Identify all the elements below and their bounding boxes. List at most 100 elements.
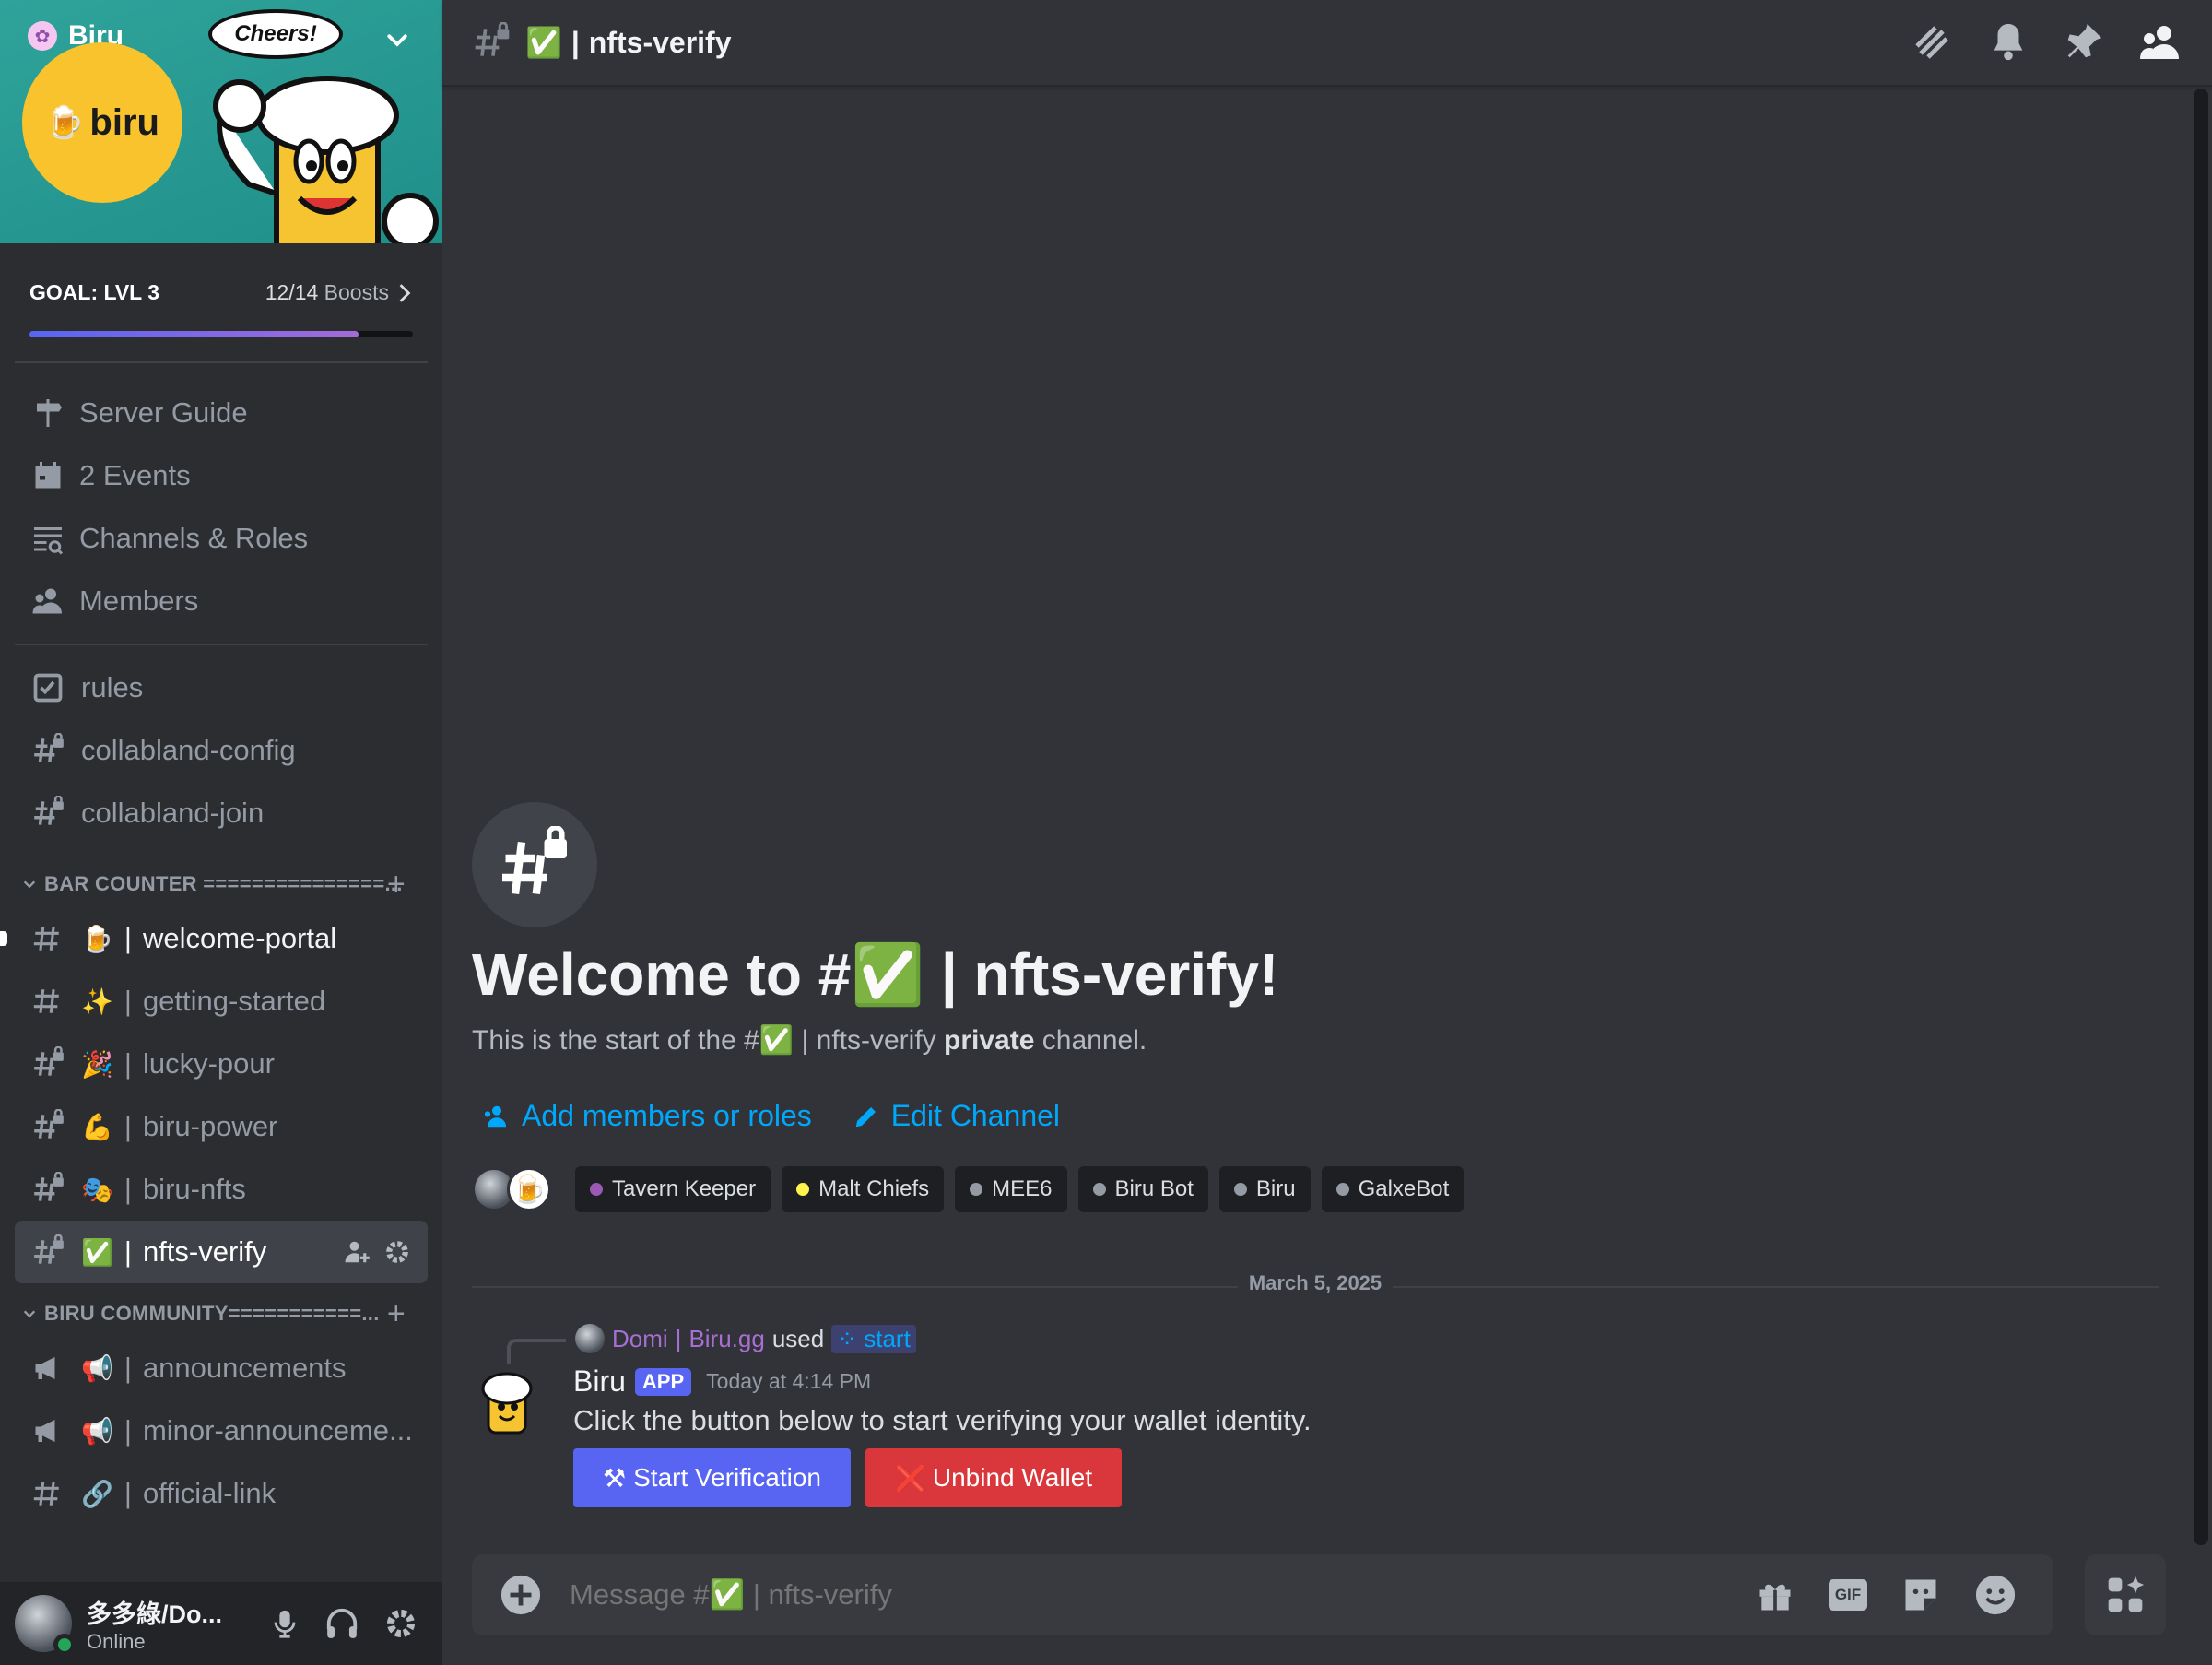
- add-attachment-icon[interactable]: [500, 1574, 542, 1616]
- edit-channel-link[interactable]: Edit Channel: [853, 1099, 1060, 1133]
- role-pill[interactable]: GalxeBot: [1321, 1166, 1465, 1212]
- channel-minor-announcements[interactable]: 📢 | minor-announceme...: [15, 1399, 428, 1462]
- server-icon: ✿: [28, 21, 57, 51]
- role-pill[interactable]: Tavern Keeper: [575, 1166, 771, 1212]
- hash-lock-icon: [31, 1172, 66, 1207]
- chevron-down-icon: [23, 880, 36, 889]
- sidebar-divider: [15, 644, 428, 645]
- hash-lock-icon: [31, 1109, 66, 1144]
- avatar: [575, 1324, 605, 1353]
- chevron-down-icon[interactable]: [383, 26, 411, 58]
- channel-biru-nfts[interactable]: 🎭 | biru-nfts: [15, 1158, 428, 1221]
- boost-goal[interactable]: GOAL: LVL 3 12/14 Boosts: [15, 243, 428, 363]
- scrollbar-thumb[interactable]: [2194, 89, 2208, 1545]
- role-pill[interactable]: Biru Bot: [1077, 1166, 1208, 1212]
- message-input[interactable]: [570, 1578, 1676, 1612]
- role-pill[interactable]: Biru: [1218, 1166, 1311, 1212]
- avatar[interactable]: [15, 1595, 76, 1656]
- chevron-right-icon: [399, 283, 411, 302]
- add-members-link[interactable]: Add members or roles: [483, 1099, 812, 1133]
- microphone-icon[interactable]: [269, 1606, 300, 1641]
- channel-announcements[interactable]: 📢 | announcements: [15, 1337, 428, 1399]
- settings-gear-icon[interactable]: [383, 1606, 418, 1641]
- gift-icon[interactable]: [1755, 1575, 1795, 1615]
- role-pill[interactable]: MEE6: [955, 1166, 1067, 1212]
- pencil-icon: [855, 1106, 876, 1127]
- calendar-icon: [35, 462, 61, 489]
- slash-command-mention[interactable]: ⁘ start: [831, 1324, 916, 1353]
- biru-bot-avatar[interactable]: [472, 1364, 546, 1438]
- online-status-indicator: [53, 1634, 76, 1656]
- category-bar-counter[interactable]: BAR COUNTER ===============... +: [15, 861, 428, 907]
- scrollbar[interactable]: [2194, 89, 2208, 1545]
- unread-indicator: [0, 931, 7, 946]
- sticker-icon[interactable]: [1900, 1575, 1941, 1615]
- nav-channels-roles[interactable]: Channels & Roles: [15, 507, 428, 570]
- channel-nfts-verify[interactable]: ✅ | nfts-verify: [15, 1221, 428, 1283]
- gear-icon[interactable]: [383, 1238, 411, 1266]
- channel-rules[interactable]: rules: [15, 656, 428, 719]
- boost-progress-fill: [29, 331, 359, 337]
- gif-icon[interactable]: GIF: [1829, 1579, 1867, 1611]
- emoji-icon[interactable]: [1974, 1574, 2017, 1616]
- hash-lock-icon: [31, 1046, 66, 1081]
- add-members-icon: [484, 1105, 506, 1127]
- welcome-description: This is the start of the #✅ | nfts-verif…: [472, 1025, 1147, 1056]
- category-biru-community[interactable]: BIRU COMMUNITY===========... +: [15, 1291, 428, 1337]
- channel-lucky-pour[interactable]: 🎉 | lucky-pour: [15, 1033, 428, 1095]
- nav-server-guide[interactable]: Server Guide: [15, 382, 428, 444]
- bell-icon[interactable]: [1987, 20, 2030, 63]
- user-info[interactable]: 多多綠/Do... Online: [87, 1594, 243, 1654]
- megaphone-icon: [31, 1352, 66, 1385]
- cheers-speech-bubble: Cheers!: [208, 9, 343, 59]
- channel-biru-power[interactable]: 💪 | biru-power: [15, 1095, 428, 1158]
- invite-icon[interactable]: [343, 1238, 371, 1266]
- add-channel-icon[interactable]: +: [387, 1296, 406, 1332]
- add-channel-icon[interactable]: +: [387, 867, 406, 903]
- hash-icon: [31, 1478, 66, 1509]
- channel-collabland-join[interactable]: collabland-join: [15, 782, 428, 844]
- signpost-icon: [37, 399, 62, 427]
- user-status: Online: [87, 1629, 146, 1653]
- channel-collabland-config[interactable]: collabland-config: [15, 719, 428, 782]
- pin-icon[interactable]: [2063, 20, 2105, 63]
- megaphone-icon: [31, 1414, 66, 1447]
- reply-connector: [507, 1339, 566, 1366]
- role-pill[interactable]: Malt Chiefs: [782, 1166, 945, 1212]
- nav-events[interactable]: 2 Events: [15, 444, 428, 507]
- channel-official-link[interactable]: 🔗 | official-link: [15, 1462, 428, 1525]
- channel-welcome: Welcome to #✅ | nfts-verify! This is the…: [472, 802, 1465, 1212]
- welcome-heading: Welcome to #✅ | nfts-verify!: [472, 941, 1279, 1008]
- server-nav: Server Guide 2 Events Channels & Roles M…: [0, 363, 442, 1525]
- headphones-icon[interactable]: [324, 1606, 359, 1641]
- message-content: Click the button below to start verifyin…: [573, 1404, 1312, 1436]
- server-sidebar: ✿ Biru 🍺 biru Cheers! GOAL: LVL 3 12/14 …: [0, 0, 442, 1665]
- message: Domi | Biru.gg used ⁘ start Biru APP Tod…: [472, 1322, 2131, 1507]
- threads-icon[interactable]: [1910, 20, 1954, 65]
- command-reply-context[interactable]: Domi | Biru.gg used ⁘ start: [575, 1322, 2131, 1355]
- boost-count: 12/14 Boosts: [265, 280, 413, 305]
- channel-access-roles: 🍺 Tavern Keeper Malt Chiefs MEE6 Biru Bo…: [472, 1166, 1465, 1212]
- members-icon: [32, 588, 62, 614]
- message-author[interactable]: Biru: [573, 1364, 626, 1399]
- nav-members[interactable]: Members: [15, 570, 428, 632]
- message-composer: GIF: [472, 1554, 2053, 1635]
- channel-welcome-portal[interactable]: 🍺 | welcome-portal: [0, 907, 428, 970]
- unbind-wallet-button[interactable]: ❌ Unbind Wallet: [865, 1448, 1123, 1507]
- start-verification-button[interactable]: ⚒ Start Verification: [573, 1448, 851, 1507]
- hash-lock-icon: [472, 802, 597, 927]
- goal-label: GOAL: LVL 3: [29, 280, 159, 304]
- boost-progress-bar: [29, 331, 413, 337]
- channel-getting-started[interactable]: ✨ | getting-started: [15, 970, 428, 1033]
- hash-lock-icon: [475, 22, 510, 56]
- channels-search-icon: [34, 527, 64, 555]
- discord-app: ✿ Biru 🍺 biru Cheers! GOAL: LVL 3 12/14 …: [0, 0, 2212, 1665]
- biru-logo: 🍺 biru: [22, 42, 182, 203]
- channel-title: ✅ | nfts-verify: [525, 25, 732, 60]
- apps-launcher-button[interactable]: [2085, 1554, 2166, 1635]
- biru-bot-avatar[interactable]: 🍺: [507, 1167, 551, 1211]
- app-badge: APP: [634, 1367, 692, 1396]
- member-list-icon[interactable]: [2138, 20, 2183, 65]
- server-banner[interactable]: ✿ Biru 🍺 biru Cheers!: [0, 0, 442, 243]
- rules-icon: [31, 671, 66, 704]
